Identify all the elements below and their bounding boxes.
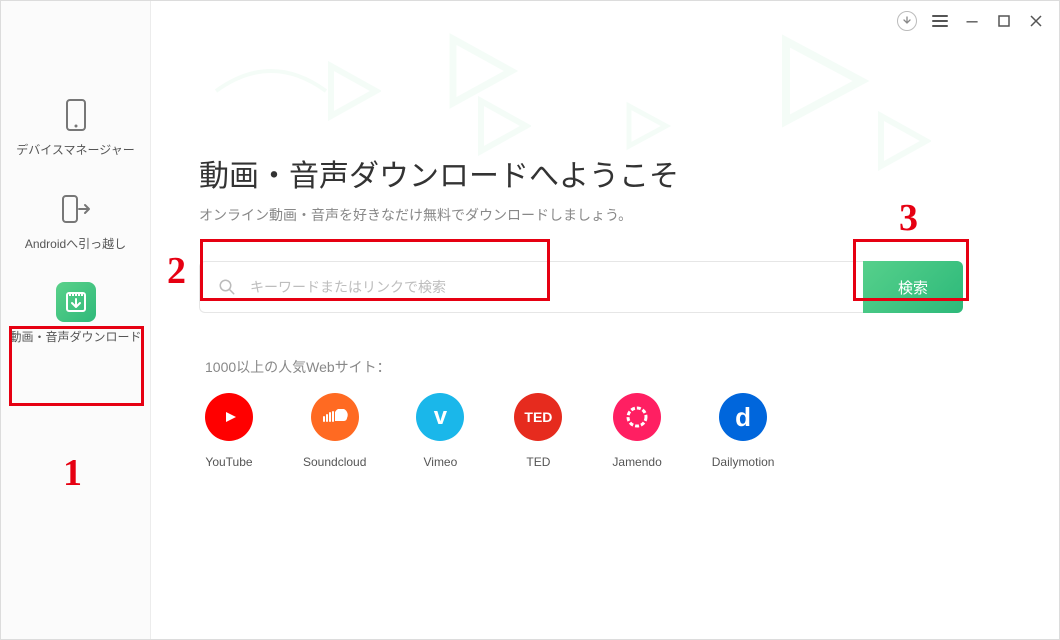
vimeo-icon: v xyxy=(416,393,464,441)
popular-sites-label: 1000以上の人気Webサイト： xyxy=(205,357,1011,377)
site-label: YouTube xyxy=(205,455,252,469)
site-label: Soundcloud xyxy=(303,455,366,469)
page-title: 動画・音声ダウンロードへようこそ xyxy=(199,151,1011,195)
phone-icon xyxy=(56,95,96,135)
youtube-icon xyxy=(205,393,253,441)
download-media-icon xyxy=(56,282,96,322)
page-subtitle: オンライン動画・音声を好きなだけ無料でダウンロードしましょう。 xyxy=(199,205,1011,225)
search-icon xyxy=(218,278,236,296)
site-jamendo[interactable]: Jamendo xyxy=(612,393,661,469)
popular-sites: YouTube Soundcloud v Vimeo TED TED xyxy=(199,393,1011,469)
search-button[interactable]: 検索 xyxy=(863,261,963,313)
search-row: 検索 xyxy=(199,261,963,313)
app-window: a AnyTrans ® – デバイスマネージャー xyxy=(0,0,1060,640)
sidebar: デバイスマネージャー Androidへ引っ越し 動画・音声ダウンロード xyxy=(1,1,151,639)
sidebar-item-device-manager[interactable]: デバイスマネージャー xyxy=(1,81,150,175)
search-field-shell[interactable] xyxy=(199,261,863,313)
sidebar-item-media-download[interactable]: 動画・音声ダウンロード xyxy=(1,268,150,362)
migrate-icon xyxy=(56,189,96,229)
site-soundcloud[interactable]: Soundcloud xyxy=(303,393,366,469)
site-label: Dailymotion xyxy=(712,455,775,469)
site-ted[interactable]: TED TED xyxy=(514,393,562,469)
site-dailymotion[interactable]: d Dailymotion xyxy=(712,393,775,469)
site-vimeo[interactable]: v Vimeo xyxy=(416,393,464,469)
jamendo-icon xyxy=(613,393,661,441)
main-content: 動画・音声ダウンロードへようこそ オンライン動画・音声を好きなだけ無料でダウンロ… xyxy=(151,1,1059,639)
site-label: Jamendo xyxy=(612,455,661,469)
site-label: TED xyxy=(526,455,550,469)
dailymotion-icon: d xyxy=(719,393,767,441)
soundcloud-icon xyxy=(311,393,359,441)
site-label: Vimeo xyxy=(423,455,457,469)
search-input[interactable] xyxy=(250,279,845,295)
sidebar-item-label: Androidへ引っ越し xyxy=(25,237,126,253)
sidebar-item-android-move[interactable]: Androidへ引っ越し xyxy=(1,175,150,269)
sidebar-item-label: デバイスマネージャー xyxy=(16,143,134,159)
sidebar-item-label: 動画・音声ダウンロード xyxy=(9,330,141,346)
site-youtube[interactable]: YouTube xyxy=(205,393,253,469)
ted-icon: TED xyxy=(514,393,562,441)
